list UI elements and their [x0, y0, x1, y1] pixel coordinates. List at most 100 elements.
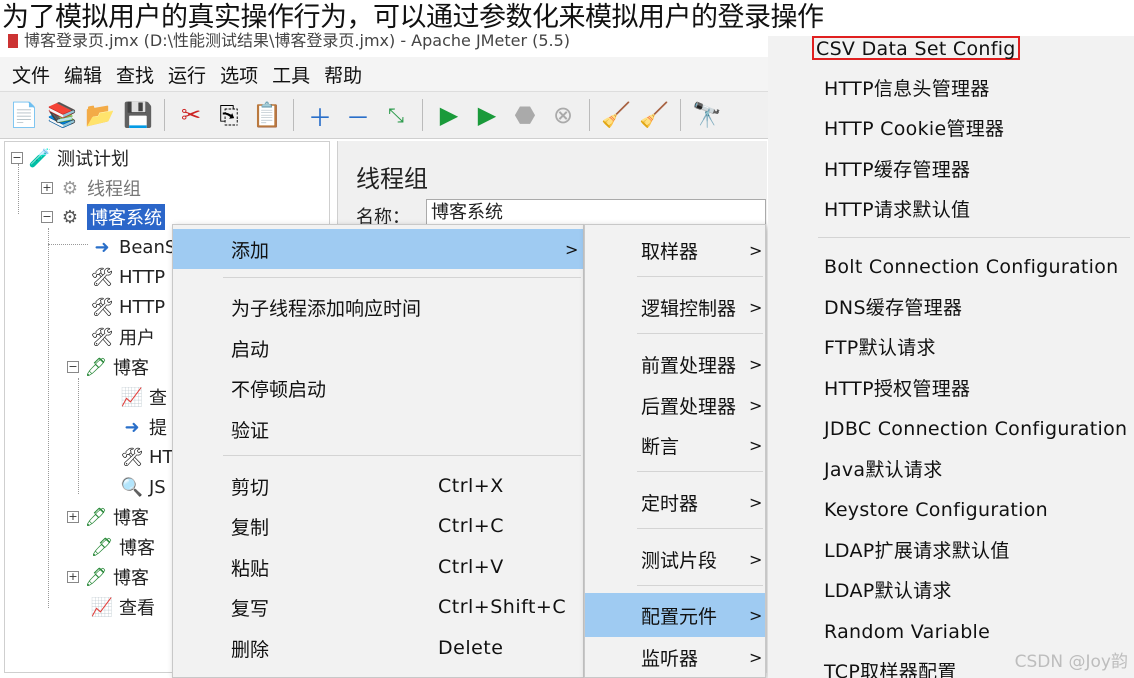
stop-icon[interactable]: ⬣: [509, 99, 541, 131]
tree-node-thread-group[interactable]: + ⚙ 线程组: [41, 174, 141, 202]
menu-item-add-response-time[interactable]: 为子线程添加响应时间: [173, 287, 583, 327]
submenu-item-pre-processor[interactable]: 前置处理器 >: [585, 342, 765, 386]
wrench-icon: 🛠: [120, 446, 144, 468]
menu-divider: [637, 471, 763, 472]
config-item-http-auth-manager[interactable]: HTTP授权管理器: [824, 374, 970, 404]
config-item-tcp-sampler-config[interactable]: TCP取样器配置: [824, 657, 957, 678]
pipette-icon: 🖊: [84, 506, 108, 528]
tree-node-blog-1[interactable]: − 🖊 博客: [67, 353, 149, 381]
config-item-csv-data-set[interactable]: CSV Data Set Config: [812, 36, 1020, 60]
menu-divider: [637, 528, 763, 529]
tree-node-blog-2[interactable]: + 🖊 博客: [67, 503, 149, 531]
chevron-right-icon: >: [749, 549, 763, 569]
config-item-http-request-defaults[interactable]: HTTP请求默认值: [824, 195, 970, 225]
menu-item-duplicate[interactable]: 复写 Ctrl+Shift+C: [173, 587, 583, 627]
menu-run[interactable]: 运行: [162, 61, 212, 88]
submenu-item-sampler[interactable]: 取样器 >: [585, 228, 765, 272]
templates-icon[interactable]: 📚: [46, 99, 78, 131]
tree-node-blog-3[interactable]: 🖊 博客: [91, 533, 155, 561]
tree-node-test-plan[interactable]: − 🧪 测试计划: [11, 144, 129, 172]
tree-node-beanshell[interactable]: ➜ BeanS: [91, 233, 176, 261]
config-item-bolt-connection[interactable]: Bolt Connection Configuration: [824, 252, 1119, 282]
chevron-right-icon: >: [749, 354, 763, 374]
clear-all-icon[interactable]: 🧹: [638, 99, 670, 131]
chevron-right-icon: >: [749, 240, 763, 260]
save-icon[interactable]: 💾: [122, 99, 154, 131]
tree-node-view[interactable]: 📈 查: [121, 383, 167, 411]
tree-node-blog-system[interactable]: − ⚙ 博客系统: [41, 203, 165, 231]
menu-search[interactable]: 查找: [110, 61, 160, 88]
chevron-right-icon: >: [749, 647, 763, 667]
config-item-ldap-ext-defaults[interactable]: LDAP扩展请求默认值: [824, 536, 1010, 566]
config-item-http-cache-manager[interactable]: HTTP缓存管理器: [824, 155, 970, 185]
config-item-http-header-manager[interactable]: HTTP信息头管理器: [824, 74, 990, 104]
panel-title: 线程组: [356, 165, 428, 193]
magnifier-icon: 🔍: [120, 476, 144, 498]
cut-icon[interactable]: ✂: [175, 99, 207, 131]
config-item-http-cookie-manager[interactable]: HTTP Cookie管理器: [824, 114, 1004, 144]
collapse-toggle[interactable]: −: [67, 361, 79, 373]
wrench-icon: 🛠: [90, 296, 114, 318]
open-icon[interactable]: 📂: [84, 99, 116, 131]
expand-toggle[interactable]: +: [67, 511, 79, 523]
start-no-pause-icon[interactable]: ▶: [471, 99, 503, 131]
menu-item-cut[interactable]: 剪切 Ctrl+X: [173, 466, 583, 506]
name-field[interactable]: 博客系统: [426, 199, 766, 227]
toolbar-divider: [293, 99, 294, 131]
expand-icon[interactable]: ＋: [304, 99, 336, 132]
config-item-java-request-defaults[interactable]: Java默认请求: [824, 455, 943, 485]
submenu-item-listener[interactable]: 监听器 >: [585, 635, 765, 678]
tree-node-http-3[interactable]: 🛠 HT: [121, 443, 174, 471]
menu-item-paste[interactable]: 粘贴 Ctrl+V: [173, 547, 583, 587]
config-item-ldap-defaults[interactable]: LDAP默认请求: [824, 576, 952, 606]
tree-node-http-1[interactable]: 🛠 HTTP: [91, 263, 166, 291]
start-icon[interactable]: ▶: [433, 99, 465, 131]
collapse-toggle[interactable]: −: [11, 152, 23, 164]
tree-node-view-results[interactable]: 📈 查看: [91, 593, 155, 621]
gear-icon: ⚙: [61, 206, 79, 228]
new-file-icon[interactable]: 📄: [8, 99, 40, 131]
menu-divider: [637, 333, 763, 334]
submenu-item-post-processor[interactable]: 后置处理器 >: [585, 383, 765, 427]
expand-toggle[interactable]: +: [41, 182, 53, 194]
flask-icon: 🧪: [28, 147, 52, 169]
collapse-icon[interactable]: －: [342, 99, 374, 132]
tree-node-http-2[interactable]: 🛠 HTTP: [90, 293, 166, 321]
tree-connector: [48, 228, 49, 608]
copy-icon[interactable]: ⎘: [213, 99, 245, 131]
tree-node-blog-4[interactable]: + 🖊 博客: [67, 563, 149, 591]
tree-node-user[interactable]: 🛠 用户: [91, 323, 155, 351]
config-item-keystore[interactable]: Keystore Configuration: [824, 495, 1048, 525]
search-icon[interactable]: 🔭: [691, 99, 723, 131]
submenu-item-config-element[interactable]: 配置元件 >: [585, 593, 765, 637]
menu-edit[interactable]: 编辑: [58, 61, 108, 88]
tree-node-json[interactable]: 🔍 JS: [121, 473, 166, 501]
menu-divider: [637, 276, 763, 277]
config-item-ftp-request-defaults[interactable]: FTP默认请求: [824, 333, 936, 363]
toolbar-divider: [422, 99, 423, 131]
submenu-item-timer[interactable]: 定时器 >: [585, 480, 765, 524]
config-item-random-variable[interactable]: Random Variable: [824, 617, 990, 647]
menu-item-copy[interactable]: 复制 Ctrl+C: [173, 506, 583, 546]
menu-item-start[interactable]: 启动: [173, 328, 583, 368]
menu-file[interactable]: 文件: [6, 61, 56, 88]
submenu-item-logic-controller[interactable]: 逻辑控制器 >: [585, 285, 765, 329]
collapse-toggle[interactable]: −: [41, 211, 53, 223]
menu-tools[interactable]: 工具: [266, 61, 316, 88]
menu-item-delete[interactable]: 删除 Delete: [173, 628, 583, 668]
clear-icon[interactable]: 🧹: [600, 99, 632, 131]
config-item-jdbc-connection[interactable]: JDBC Connection Configuration: [824, 414, 1127, 444]
shutdown-icon[interactable]: ⊗: [547, 99, 579, 131]
toggle-icon[interactable]: ⤡: [380, 99, 412, 131]
paste-icon[interactable]: 📋: [251, 99, 283, 131]
menu-item-validate[interactable]: 验证: [173, 409, 583, 449]
expand-toggle[interactable]: +: [67, 571, 79, 583]
menu-help[interactable]: 帮助: [318, 61, 368, 88]
submenu-item-assertion[interactable]: 断言 >: [585, 423, 765, 467]
config-item-dns-cache-manager[interactable]: DNS缓存管理器: [824, 293, 962, 323]
menu-options[interactable]: 选项: [214, 61, 264, 88]
submenu-item-test-fragment[interactable]: 测试片段 >: [585, 537, 765, 581]
tree-node-extract[interactable]: ➜ 提: [121, 413, 167, 441]
menu-item-add[interactable]: 添加 >: [173, 229, 583, 269]
menu-item-start-no-pause[interactable]: 不停顿启动: [173, 368, 583, 408]
